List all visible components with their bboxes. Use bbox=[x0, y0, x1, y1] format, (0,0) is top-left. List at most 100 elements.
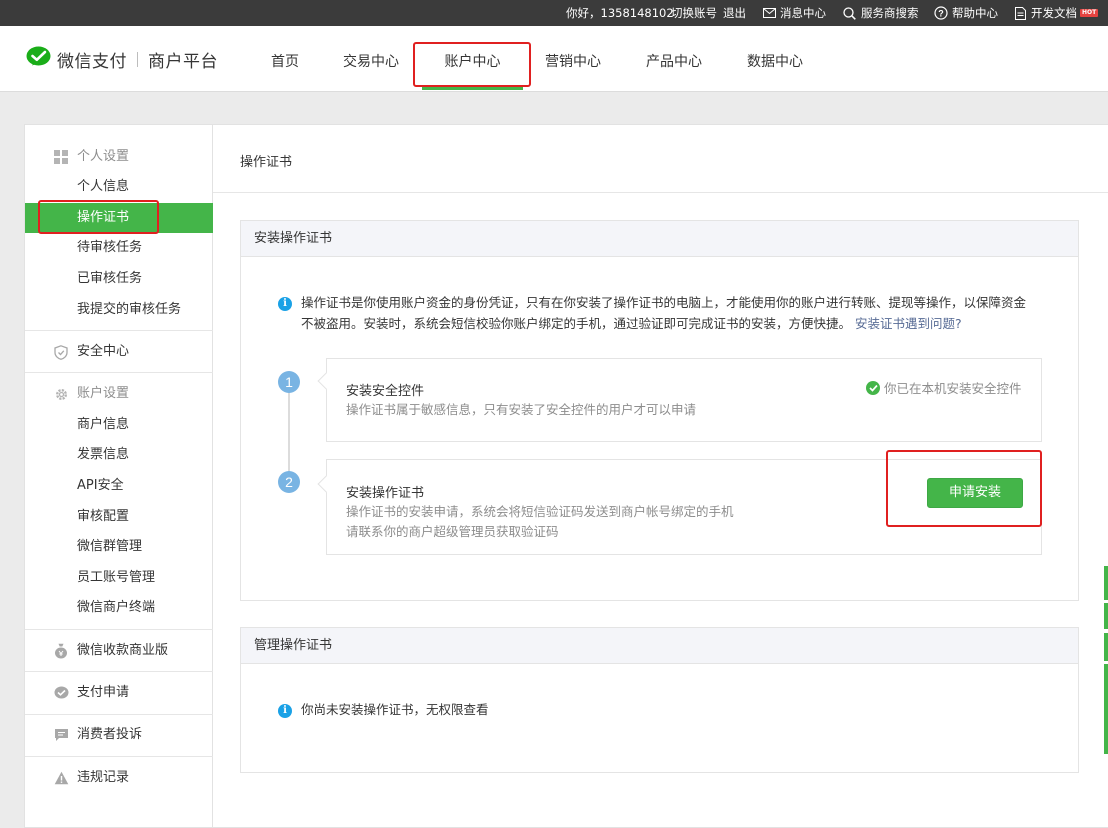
messages-link[interactable]: 消息中心 bbox=[763, 0, 826, 26]
sidebar-divider bbox=[25, 714, 213, 715]
sidebar-divider bbox=[25, 372, 213, 373]
sidebar-item-label: 消费者投诉 bbox=[77, 727, 143, 742]
help-icon: ? bbox=[934, 6, 948, 20]
step-2-description-1: 操作证书的安装申请，系统会将短信验证码发送到商户帐号绑定的手机 bbox=[346, 504, 734, 519]
step-1-description: 操作证书属于敏感信息，只有安装了安全控件的用户才可以申请 bbox=[346, 402, 697, 417]
sidebar-item-wechat-group-mgmt[interactable]: 微信群管理 bbox=[25, 532, 213, 562]
manage-notice-text: 你尚未安装操作证书，无权限查看 bbox=[301, 702, 489, 717]
grid-icon bbox=[53, 149, 69, 165]
provider-search-label: 服务商搜索 bbox=[861, 6, 919, 20]
manage-certificate-card: 管理操作证书 i 你尚未安装操作证书，无权限查看 bbox=[240, 627, 1079, 773]
logo-brand-text: 微信支付 bbox=[57, 51, 127, 72]
nav-account-center[interactable]: 账户中心 bbox=[422, 26, 523, 92]
description-line-2: 不被盗用。安装时，系统会短信校验你账户绑定的手机，通过验证即可完成证书的安装，方… bbox=[301, 316, 852, 331]
info-icon: i bbox=[278, 704, 292, 718]
step-1-number: 1 bbox=[278, 371, 300, 393]
floating-tab[interactable] bbox=[1104, 664, 1108, 754]
sidebar-item-api-security[interactable]: API安全 bbox=[25, 471, 213, 501]
wechat-pay-logo-icon bbox=[26, 46, 51, 72]
sidebar-item-review-config[interactable]: 审核配置 bbox=[25, 502, 213, 532]
sidebar-item-payment-apply[interactable]: 支付申请 bbox=[53, 683, 129, 703]
sidebar-item-reviewed-tasks[interactable]: 已审核任务 bbox=[25, 264, 213, 294]
help-label: 帮助中心 bbox=[952, 6, 998, 20]
sidebar-item-business-edition[interactable]: 微信收款商业版 bbox=[53, 641, 168, 661]
install-description: 操作证书是你使用账户资金的身份凭证，只有在你安装了操作证书的电脑上，才能使用你的… bbox=[301, 292, 1071, 334]
install-certificate-card: 安装操作证书 i 操作证书是你使用账户资金的身份凭证，只有在你安装了操作证书的电… bbox=[240, 220, 1079, 601]
top-bar: 你好，1358148102 切换账号 退出 消息中心 服务商搜索 ? 帮助中心 … bbox=[0, 0, 1108, 26]
logo-platform-text: 商户平台 bbox=[148, 51, 218, 72]
sidebar-group-personal-settings: 个人设置 bbox=[53, 147, 129, 167]
step-1-box: 安装安全控件 操作证书属于敏感信息，只有安装了安全控件的用户才可以申请 你已在本… bbox=[317, 358, 1042, 442]
step-1-status-text: 你已在本机安装安全控件 bbox=[884, 381, 1022, 396]
sidebar-group-account-settings: 账户设置 bbox=[53, 384, 129, 404]
step-1-arrow bbox=[317, 372, 335, 390]
info-icon: i bbox=[278, 297, 292, 311]
sidebar-group-label: 个人设置 bbox=[77, 149, 130, 164]
page-title: 操作证书 bbox=[240, 155, 293, 170]
check-circle-icon bbox=[866, 380, 880, 395]
shield-icon bbox=[53, 344, 69, 360]
dev-docs-link[interactable]: 开发文档 HOT bbox=[1015, 0, 1099, 26]
sidebar-item-operation-certificate[interactable]: 操作证书 bbox=[25, 203, 213, 233]
step-1-title: 安装安全控件 bbox=[346, 384, 425, 399]
nav-marketing[interactable]: 营销中心 bbox=[538, 26, 608, 92]
provider-search-link[interactable]: 服务商搜索 bbox=[843, 0, 919, 26]
floating-tab[interactable] bbox=[1104, 566, 1108, 600]
logo-divider bbox=[137, 51, 138, 67]
nav-transactions[interactable]: 交易中心 bbox=[336, 26, 406, 92]
step-2-arrow bbox=[317, 475, 335, 493]
logo[interactable]: 微信支付 商户平台 bbox=[26, 46, 218, 72]
svg-text:?: ? bbox=[938, 9, 944, 19]
sidebar-item-pending-tasks[interactable]: 待审核任务 bbox=[25, 233, 213, 263]
sidebar-item-consumer-complaint[interactable]: 消费者投诉 bbox=[53, 725, 142, 745]
manage-card-title: 管理操作证书 bbox=[241, 628, 1078, 664]
install-card-title: 安装操作证书 bbox=[241, 221, 1078, 257]
help-link[interactable]: ? 帮助中心 bbox=[934, 0, 998, 26]
header: 微信支付 商户平台 首页 交易中心 账户中心 营销中心 产品中心 数据中心 bbox=[0, 26, 1108, 92]
step-2-title: 安装操作证书 bbox=[346, 486, 425, 501]
money-bag-icon bbox=[53, 643, 69, 659]
sidebar-item-violation-record[interactable]: 违规记录 bbox=[53, 768, 129, 788]
sidebar-item-personal-info[interactable]: 个人信息 bbox=[25, 172, 213, 202]
nav-home[interactable]: 首页 bbox=[258, 26, 312, 92]
hot-badge: HOT bbox=[1080, 9, 1099, 17]
sidebar-divider bbox=[25, 756, 213, 757]
nav-products[interactable]: 产品中心 bbox=[639, 26, 709, 92]
document-icon bbox=[1015, 6, 1026, 20]
sidebar-item-label: 违规记录 bbox=[77, 770, 130, 785]
sidebar-item-my-submitted-tasks[interactable]: 我提交的审核任务 bbox=[25, 295, 213, 325]
sidebar-divider bbox=[25, 671, 213, 672]
sidebar-item-security-center[interactable]: 安全中心 bbox=[53, 342, 129, 362]
gear-icon bbox=[53, 386, 69, 402]
floating-tab[interactable] bbox=[1104, 633, 1108, 661]
step-2-description-2: 请联系你的商户超级管理员获取验证码 bbox=[346, 524, 559, 539]
title-divider bbox=[213, 192, 1108, 193]
sidebar-item-staff-account-mgmt[interactable]: 员工账号管理 bbox=[25, 563, 213, 593]
sidebar-item-label: 安全中心 bbox=[77, 344, 130, 359]
floating-tab[interactable] bbox=[1104, 603, 1108, 629]
sidebar-item-label: 微信收款商业版 bbox=[77, 643, 169, 658]
sidebar-group-label: 账户设置 bbox=[77, 386, 130, 401]
sidebar-item-merchant-terminal[interactable]: 微信商户终端 bbox=[25, 593, 213, 623]
chat-bubble-icon bbox=[53, 727, 69, 743]
mail-icon bbox=[763, 8, 776, 18]
content-area: 操作证书 安装操作证书 i 操作证书是你使用账户资金的身份凭证，只有在你安装了操… bbox=[213, 125, 1108, 827]
greeting-text: 你好，1358148102 bbox=[566, 6, 674, 20]
nav-active-indicator bbox=[422, 86, 523, 90]
switch-account-link[interactable]: 切换账号 bbox=[671, 0, 717, 26]
logout-link[interactable]: 退出 bbox=[723, 0, 746, 26]
warning-icon bbox=[53, 770, 69, 786]
apply-install-button[interactable]: 申请安装 bbox=[927, 478, 1023, 508]
nav-data[interactable]: 数据中心 bbox=[740, 26, 810, 92]
step-1-status: 你已在本机安装安全控件 bbox=[866, 378, 1022, 397]
install-help-link[interactable]: 安装证书遇到问题? bbox=[855, 316, 962, 331]
sidebar-item-invoice-info[interactable]: 发票信息 bbox=[25, 440, 213, 470]
step-2-box: 安装操作证书 操作证书的安装申请，系统会将短信验证码发送到商户帐号绑定的手机 请… bbox=[317, 459, 1042, 555]
messages-label: 消息中心 bbox=[780, 6, 826, 20]
sidebar: 个人设置 个人信息 操作证书 待审核任务 已审核任务 我提交的审核任务 安全中心… bbox=[25, 125, 213, 827]
sidebar-divider bbox=[25, 330, 213, 331]
sidebar-item-merchant-info[interactable]: 商户信息 bbox=[25, 410, 213, 440]
search-icon bbox=[843, 6, 856, 20]
wechat-pay-icon bbox=[53, 685, 69, 701]
step-2-number: 2 bbox=[278, 471, 300, 493]
